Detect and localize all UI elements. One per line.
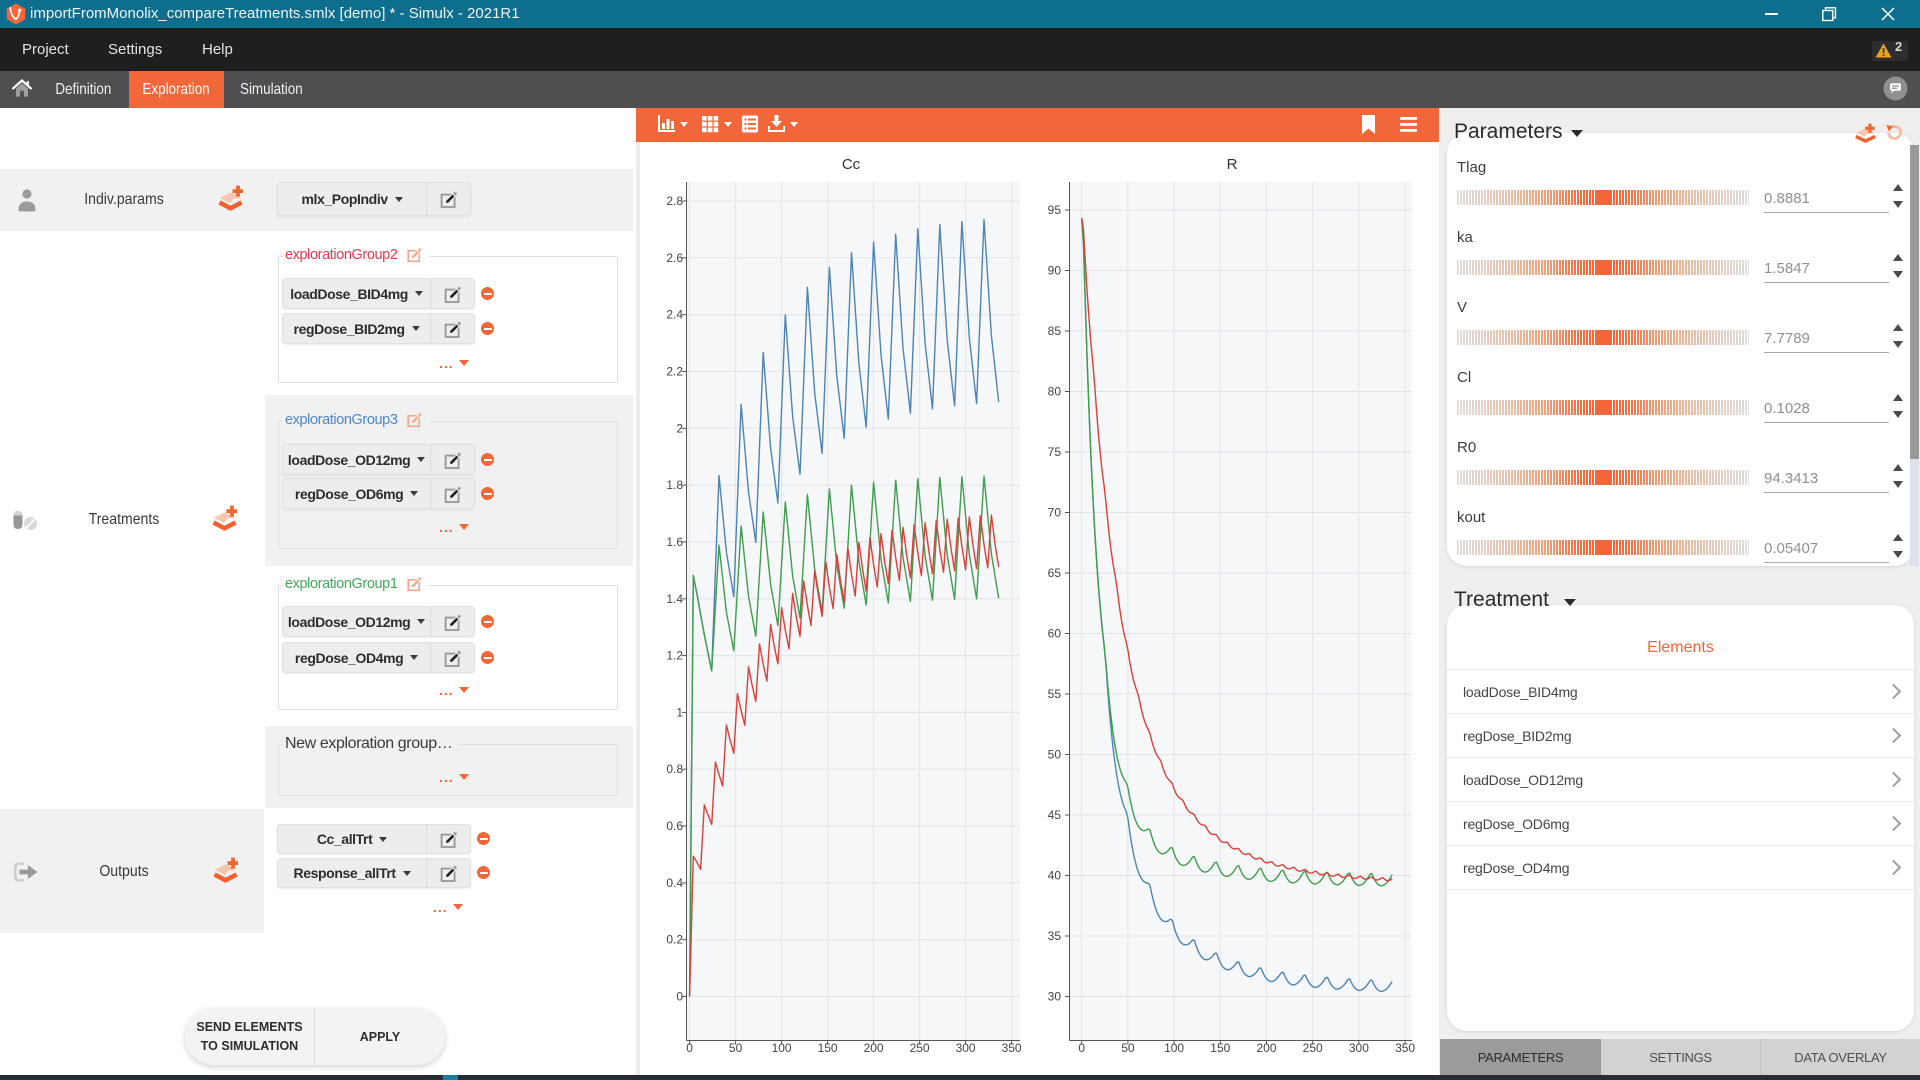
svg-text:100: 100 [1164, 1041, 1184, 1055]
svg-text:65: 65 [1048, 566, 1062, 580]
svg-text:75: 75 [1048, 445, 1062, 459]
svg-text:0: 0 [686, 1041, 693, 1055]
svg-text:250: 250 [910, 1041, 930, 1055]
svg-text:80: 80 [1048, 385, 1062, 399]
svg-text:2.4: 2.4 [666, 308, 683, 322]
svg-text:85: 85 [1048, 324, 1062, 338]
svg-text:70: 70 [1048, 506, 1062, 520]
svg-text:350: 350 [1002, 1041, 1022, 1055]
svg-text:35: 35 [1048, 929, 1062, 943]
svg-text:1: 1 [676, 705, 683, 719]
svg-text:2.6: 2.6 [666, 251, 683, 265]
svg-text:100: 100 [772, 1041, 792, 1055]
svg-text:0.4: 0.4 [666, 876, 683, 890]
svg-text:2: 2 [676, 421, 683, 435]
svg-text:Cc: Cc [842, 156, 861, 173]
svg-text:60: 60 [1048, 627, 1062, 641]
svg-text:150: 150 [818, 1041, 838, 1055]
svg-text:95: 95 [1048, 203, 1062, 217]
svg-text:30: 30 [1048, 990, 1062, 1004]
svg-text:1.6: 1.6 [666, 535, 683, 549]
svg-text:0.6: 0.6 [666, 819, 683, 833]
svg-text:300: 300 [1349, 1041, 1369, 1055]
svg-text:0.2: 0.2 [666, 933, 683, 947]
svg-text:55: 55 [1048, 687, 1062, 701]
svg-text:50: 50 [1121, 1041, 1135, 1055]
svg-text:40: 40 [1048, 869, 1062, 883]
svg-text:2.8: 2.8 [666, 194, 683, 208]
svg-text:R: R [1227, 156, 1238, 173]
svg-text:50: 50 [729, 1041, 743, 1055]
svg-text:50: 50 [1048, 748, 1062, 762]
svg-text:200: 200 [864, 1041, 884, 1055]
svg-text:45: 45 [1048, 808, 1062, 822]
svg-text:200: 200 [1256, 1041, 1276, 1055]
svg-text:0: 0 [676, 990, 683, 1004]
svg-text:150: 150 [1210, 1041, 1230, 1055]
svg-text:1.4: 1.4 [666, 592, 683, 606]
svg-text:300: 300 [956, 1041, 976, 1055]
svg-text:1.2: 1.2 [666, 649, 683, 663]
svg-text:250: 250 [1303, 1041, 1323, 1055]
svg-text:0.8: 0.8 [666, 762, 683, 776]
svg-text:350: 350 [1395, 1041, 1415, 1055]
svg-text:2.2: 2.2 [666, 365, 683, 379]
svg-text:1.8: 1.8 [666, 478, 683, 492]
svg-text:0: 0 [1078, 1041, 1085, 1055]
svg-text:90: 90 [1048, 264, 1062, 278]
